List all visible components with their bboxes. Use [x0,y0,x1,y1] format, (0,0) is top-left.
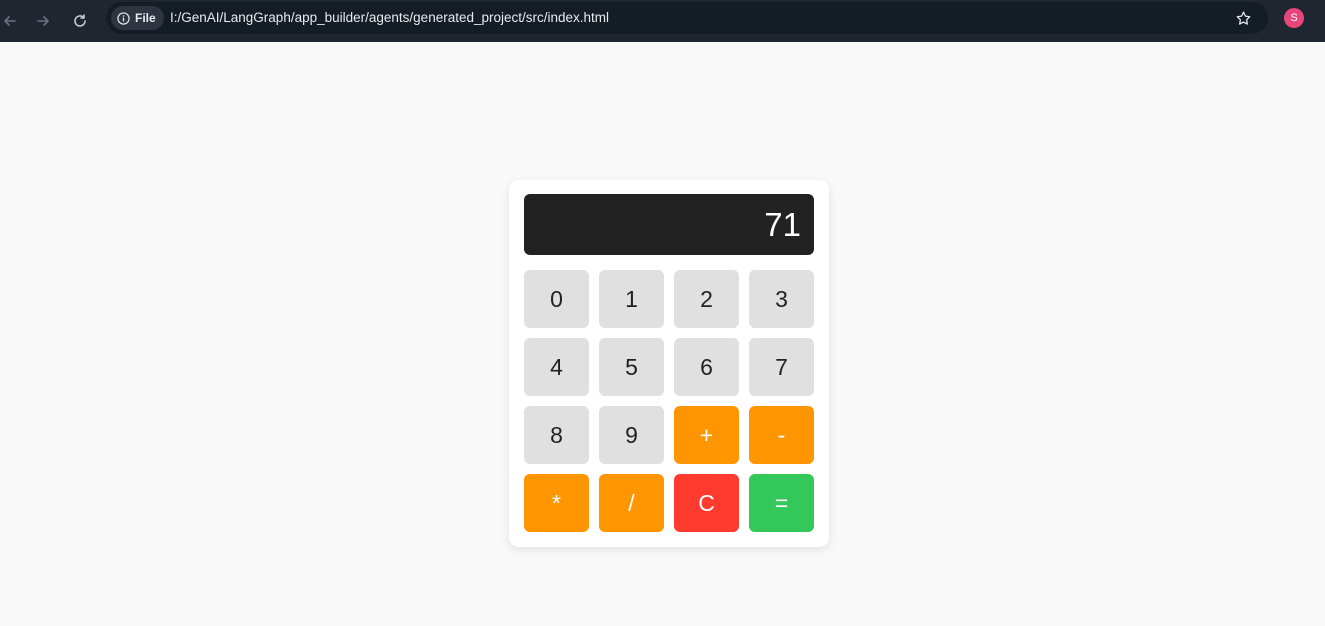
forward-arrow-icon[interactable] [29,7,57,35]
info-icon [117,11,130,25]
calculator-display: 71 [524,194,814,255]
key-7-button[interactable]: 7 [749,338,814,396]
key-3-button[interactable]: 3 [749,270,814,328]
calculator-card: 71 0 1 2 3 4 5 6 7 8 9 + - * / C = [509,180,829,547]
clear-button[interactable]: C [674,474,739,532]
key-5-button[interactable]: 5 [599,338,664,396]
divide-button[interactable]: / [599,474,664,532]
url-text[interactable]: I:/GenAI/LangGraph/app_builder/agents/ge… [170,10,609,25]
address-bar[interactable]: File I:/GenAI/LangGraph/app_builder/agen… [106,2,1268,34]
key-2-button[interactable]: 2 [674,270,739,328]
key-4-button[interactable]: 4 [524,338,589,396]
key-6-button[interactable]: 6 [674,338,739,396]
reload-icon[interactable] [66,7,94,35]
minus-button[interactable]: - [749,406,814,464]
plus-button[interactable]: + [674,406,739,464]
back-arrow-icon[interactable] [0,7,24,35]
bookmark-star-icon[interactable] [1232,7,1254,29]
multiply-button[interactable]: * [524,474,589,532]
browser-toolbar: File I:/GenAI/LangGraph/app_builder/agen… [0,0,1325,42]
profile-avatar[interactable]: S [1284,8,1304,28]
calculator-keypad: 0 1 2 3 4 5 6 7 8 9 + - * / C = [524,270,814,532]
file-chip-label: File [135,11,156,25]
key-0-button[interactable]: 0 [524,270,589,328]
key-8-button[interactable]: 8 [524,406,589,464]
key-1-button[interactable]: 1 [599,270,664,328]
site-info-chip[interactable]: File [111,6,164,30]
equals-button[interactable]: = [749,474,814,532]
key-9-button[interactable]: 9 [599,406,664,464]
